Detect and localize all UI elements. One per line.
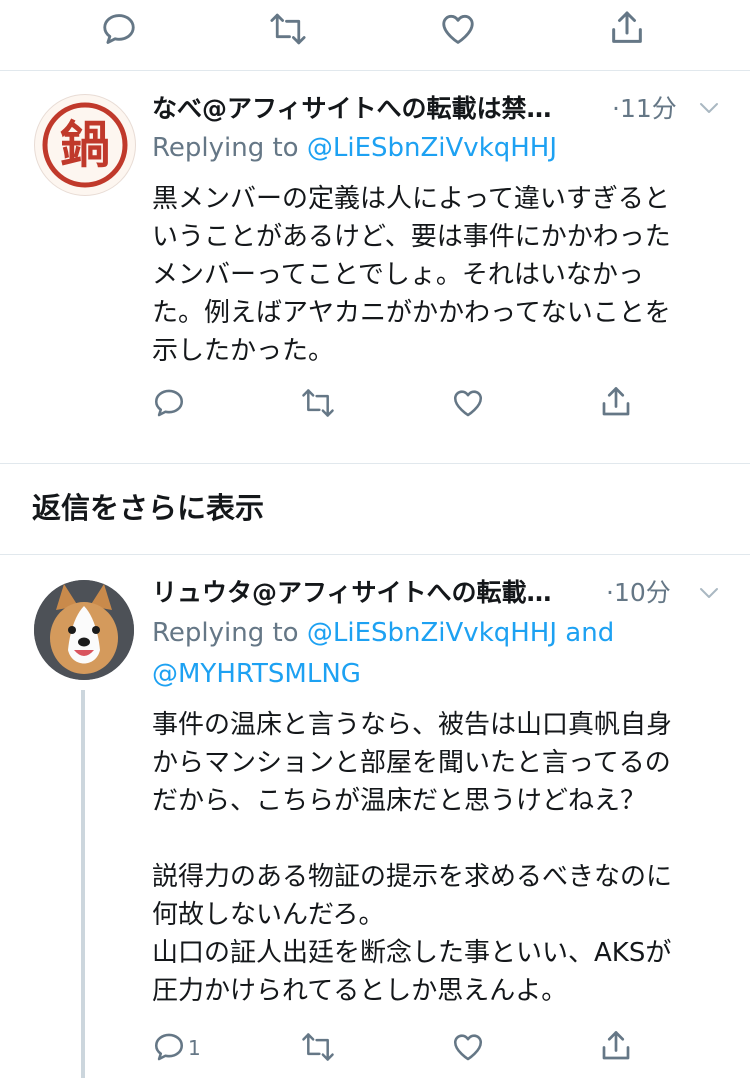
tweet-body: 事件の温床と言うなら、被告は山口真帆自身 からマンションと部屋を聞いたと言ってる… [152, 710, 673, 1006]
reply-handle-link[interactable]: @MYHRTSMLNG [152, 659, 361, 689]
retweet-icon[interactable] [300, 386, 336, 420]
divider [0, 463, 750, 464]
avatar[interactable] [34, 580, 134, 680]
replying-to: Replying to @LiESbnZiVvkqHHJ [152, 130, 557, 166]
like-icon[interactable] [450, 386, 486, 420]
chevron-down-icon[interactable] [697, 99, 721, 121]
avatar-stamp-char: 鍋 [60, 115, 110, 174]
tweet-timestamp[interactable]: ·11分 [612, 94, 677, 124]
replying-to-line2: @MYHRTSMLNG [152, 656, 361, 692]
like-icon[interactable] [450, 1030, 486, 1064]
share-icon[interactable] [598, 1028, 634, 1064]
reply-handle-link[interactable]: @LiESbnZiVvkqHHJ and [307, 618, 614, 648]
dog-face-icon [34, 580, 134, 680]
share-icon[interactable] [598, 384, 634, 420]
avatar[interactable]: 鍋 [34, 94, 136, 196]
reply-icon[interactable] [152, 386, 186, 420]
like-icon[interactable] [438, 10, 478, 48]
tweet-author-name[interactable]: なべ@アフィサイトへの転載は禁… [152, 94, 607, 124]
reply-icon[interactable] [152, 1030, 186, 1064]
thread-connector-line [81, 690, 85, 1078]
retweet-icon[interactable] [300, 1030, 336, 1064]
replying-to-prefix: Replying to [152, 618, 307, 648]
reply-handle-link[interactable]: @LiESbnZiVvkqHHJ [307, 133, 557, 163]
retweet-icon[interactable] [268, 10, 308, 48]
tweet-author-name[interactable]: リュウタ@アフィサイトへの転載… [152, 578, 607, 608]
divider [0, 554, 750, 555]
replying-to-prefix: Replying to [152, 133, 307, 163]
reply-count: 1 [188, 1036, 201, 1060]
tweet-timestamp[interactable]: ·10分 [606, 578, 671, 608]
replying-to: Replying to @LiESbnZiVvkqHHJ and [152, 615, 614, 651]
divider [0, 70, 750, 71]
reply-icon[interactable] [100, 10, 138, 48]
tweet-body: 黒メンバーの定義は人によって違いすぎると いうことがあるけど、要は事件にかかわっ… [152, 184, 671, 366]
chevron-down-icon[interactable] [697, 584, 721, 606]
share-icon[interactable] [607, 8, 647, 48]
show-more-replies-link[interactable]: 返信をさらに表示 [32, 488, 264, 528]
